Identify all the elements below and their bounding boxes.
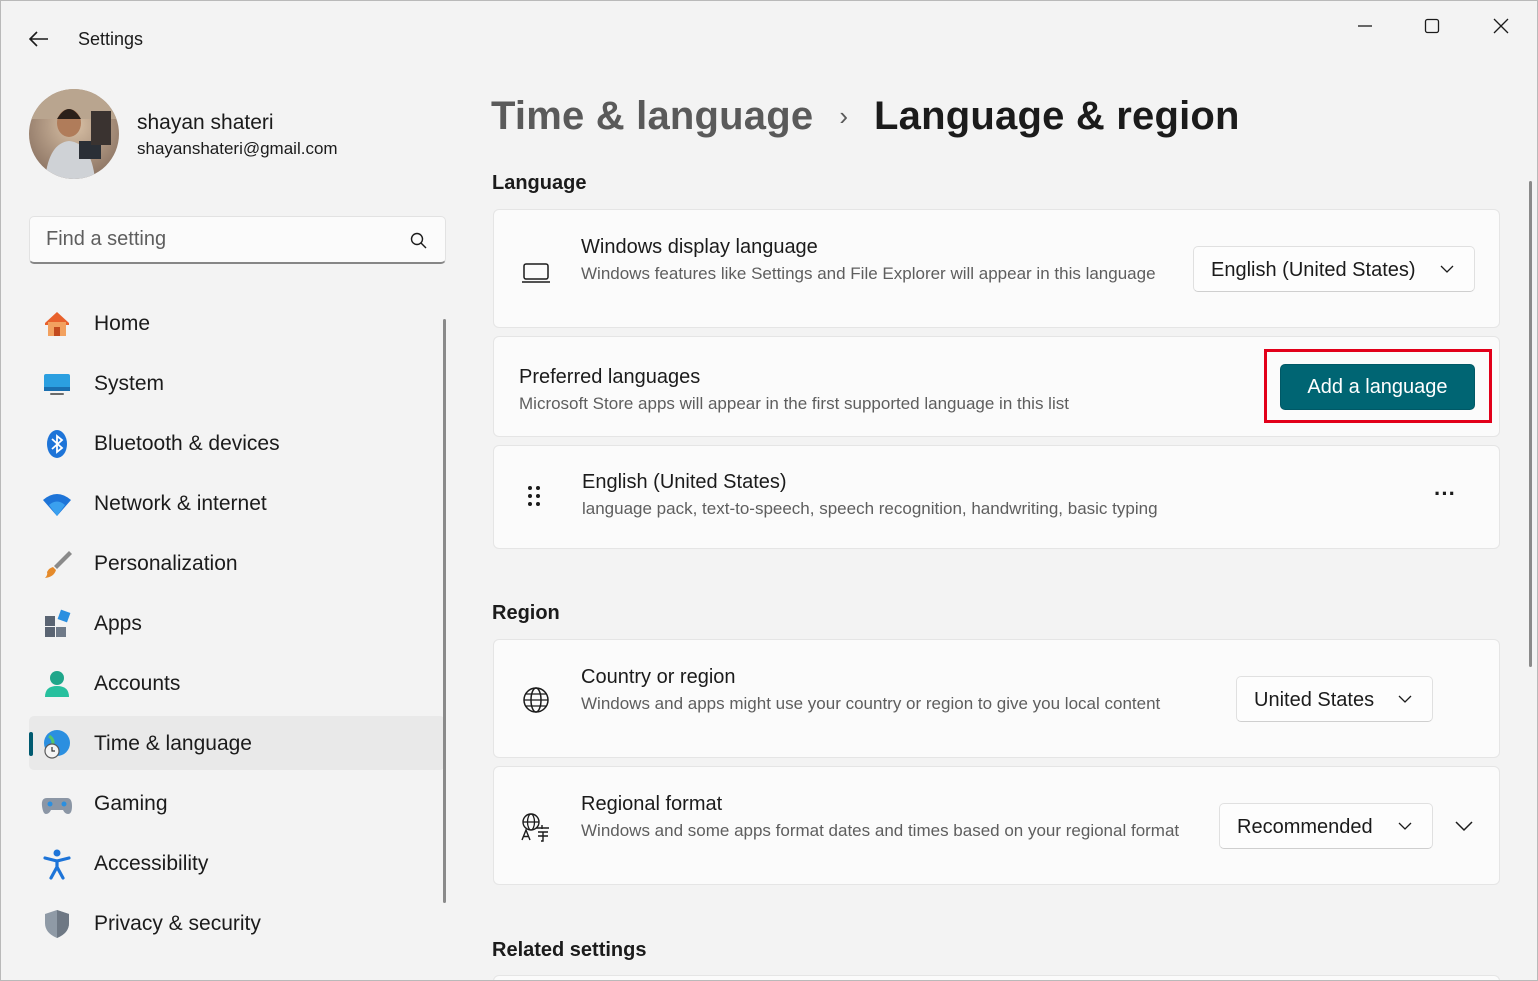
- sidebar-item-label: Gaming: [94, 792, 168, 815]
- sidebar-item-accounts[interactable]: Accounts: [29, 656, 445, 710]
- title-bar: Settings: [1, 1, 1537, 77]
- sidebar-item-privacy[interactable]: Privacy & security: [29, 896, 445, 950]
- sidebar-item-label: Time & language: [94, 732, 252, 755]
- search-icon[interactable]: [409, 231, 429, 251]
- main-scrollbar[interactable]: [1529, 181, 1532, 667]
- installed-language-card[interactable]: English (United States) language pack, t…: [493, 445, 1500, 549]
- sidebar-item-gaming[interactable]: Gaming: [29, 776, 445, 830]
- country-region-description: Windows and apps might use your country …: [581, 694, 1161, 713]
- bluetooth-icon: [47, 430, 67, 458]
- profile-email: shayanshateri@gmail.com: [137, 139, 338, 158]
- preferred-languages-title: Preferred languages: [519, 366, 701, 388]
- paintbrush-icon: [45, 551, 72, 578]
- sidebar-item-network[interactable]: Network & internet: [29, 476, 445, 530]
- gamepad-icon: [41, 798, 72, 814]
- wifi-icon: [43, 494, 71, 516]
- installed-language-features: language pack, text-to-speech, speech re…: [582, 499, 1158, 518]
- page-title: Language & region: [874, 93, 1240, 138]
- sidebar-item-apps[interactable]: Apps: [29, 596, 445, 650]
- dropdown-value: Recommended: [1237, 816, 1373, 838]
- regional-format-dropdown[interactable]: Recommended: [1219, 803, 1433, 849]
- chevron-down-icon: [1398, 822, 1412, 830]
- regional-format-description: Windows and some apps format dates and t…: [581, 821, 1180, 840]
- sidebar-item-label: Personalization: [94, 552, 238, 575]
- sidebar-item-label: Home: [94, 312, 151, 335]
- dropdown-value: United States: [1254, 689, 1375, 711]
- sidebar-item-label: Network & internet: [94, 492, 267, 515]
- display-language-dropdown[interactable]: English (United States): [1193, 246, 1475, 292]
- language-format-icon: [521, 813, 549, 842]
- drag-handle-icon[interactable]: [526, 484, 542, 512]
- country-dropdown[interactable]: United States: [1236, 676, 1433, 722]
- system-icon: [44, 374, 70, 395]
- dropdown-value: English (United States): [1211, 259, 1416, 281]
- close-button[interactable]: [1478, 9, 1524, 43]
- app-title: Settings: [78, 29, 144, 49]
- maximize-button[interactable]: [1409, 9, 1455, 43]
- maximize-icon: [1424, 18, 1440, 34]
- sidebar-item-label: Apps: [94, 612, 142, 635]
- sidebar-item-label: System: [94, 372, 165, 395]
- sidebar-item-time-language[interactable]: Time & language: [29, 716, 445, 770]
- breadcrumb-separator: ›: [839, 100, 849, 131]
- display-language-title: Windows display language: [581, 236, 818, 258]
- profile-name: shayan shateri: [137, 111, 274, 134]
- country-region-card: Country or region Windows and apps might…: [493, 639, 1500, 758]
- sidebar-item-system[interactable]: System: [29, 356, 445, 410]
- preferred-languages-description: Microsoft Store apps will appear in the …: [519, 394, 1069, 413]
- related-settings-card[interactable]: [493, 975, 1500, 980]
- section-title-related: Related settings: [492, 939, 647, 961]
- apps-icon: [45, 609, 71, 637]
- sidebar-item-bluetooth[interactable]: Bluetooth & devices: [29, 416, 445, 470]
- sidebar-scrollbar[interactable]: [443, 319, 446, 903]
- sidebar-item-label: Bluetooth & devices: [94, 432, 280, 455]
- sidebar-item-label: Accessibility: [94, 852, 209, 875]
- search-box[interactable]: [29, 216, 446, 264]
- breadcrumb-parent[interactable]: Time & language: [491, 94, 813, 139]
- breadcrumb: Time & language › Language & region: [491, 91, 1240, 141]
- more-options-button[interactable]: ···: [1422, 476, 1468, 516]
- regional-format-title: Regional format: [581, 793, 723, 815]
- sidebar-item-label: Privacy & security: [94, 912, 261, 935]
- installed-language-title: English (United States): [582, 471, 787, 493]
- avatar[interactable]: [29, 89, 119, 179]
- back-button[interactable]: [23, 23, 55, 55]
- close-icon: [1493, 18, 1509, 34]
- section-title-language: Language: [492, 172, 587, 194]
- section-title-region: Region: [492, 602, 560, 624]
- shield-icon: [45, 910, 69, 938]
- chevron-down-icon: [1398, 695, 1412, 703]
- display-language-description: Windows features like Settings and File …: [581, 264, 1156, 283]
- sidebar-item-home[interactable]: Home: [29, 296, 445, 350]
- sidebar-item-accessibility[interactable]: Accessibility: [29, 836, 445, 890]
- accounts-icon: [45, 671, 69, 697]
- sidebar-item-label: Accounts: [94, 672, 181, 695]
- add-language-button[interactable]: Add a language: [1280, 364, 1475, 410]
- globe-icon: [523, 687, 549, 713]
- country-region-title: Country or region: [581, 666, 736, 688]
- home-icon: [45, 312, 69, 336]
- minimize-icon: [1358, 25, 1372, 27]
- regional-format-card: Regional format Windows and some apps fo…: [493, 766, 1500, 885]
- display-language-card: Windows display language Windows feature…: [493, 209, 1500, 328]
- settings-window: Settings shayan shateri shayanshateri@gm…: [0, 0, 1538, 981]
- laptop-icon: [522, 263, 550, 283]
- minimize-button[interactable]: [1342, 9, 1388, 43]
- expand-chevron-icon[interactable]: [1455, 820, 1473, 832]
- chevron-down-icon: [1440, 265, 1454, 273]
- search-input[interactable]: [30, 217, 400, 261]
- accessibility-icon: [43, 849, 71, 880]
- back-arrow-icon: [29, 31, 48, 47]
- active-indicator: [29, 732, 33, 756]
- sidebar-item-personalization[interactable]: Personalization: [29, 536, 445, 590]
- sidebar-nav: Home System Bluetooth & devices Network …: [29, 296, 445, 956]
- globe-clock-icon: [44, 730, 70, 759]
